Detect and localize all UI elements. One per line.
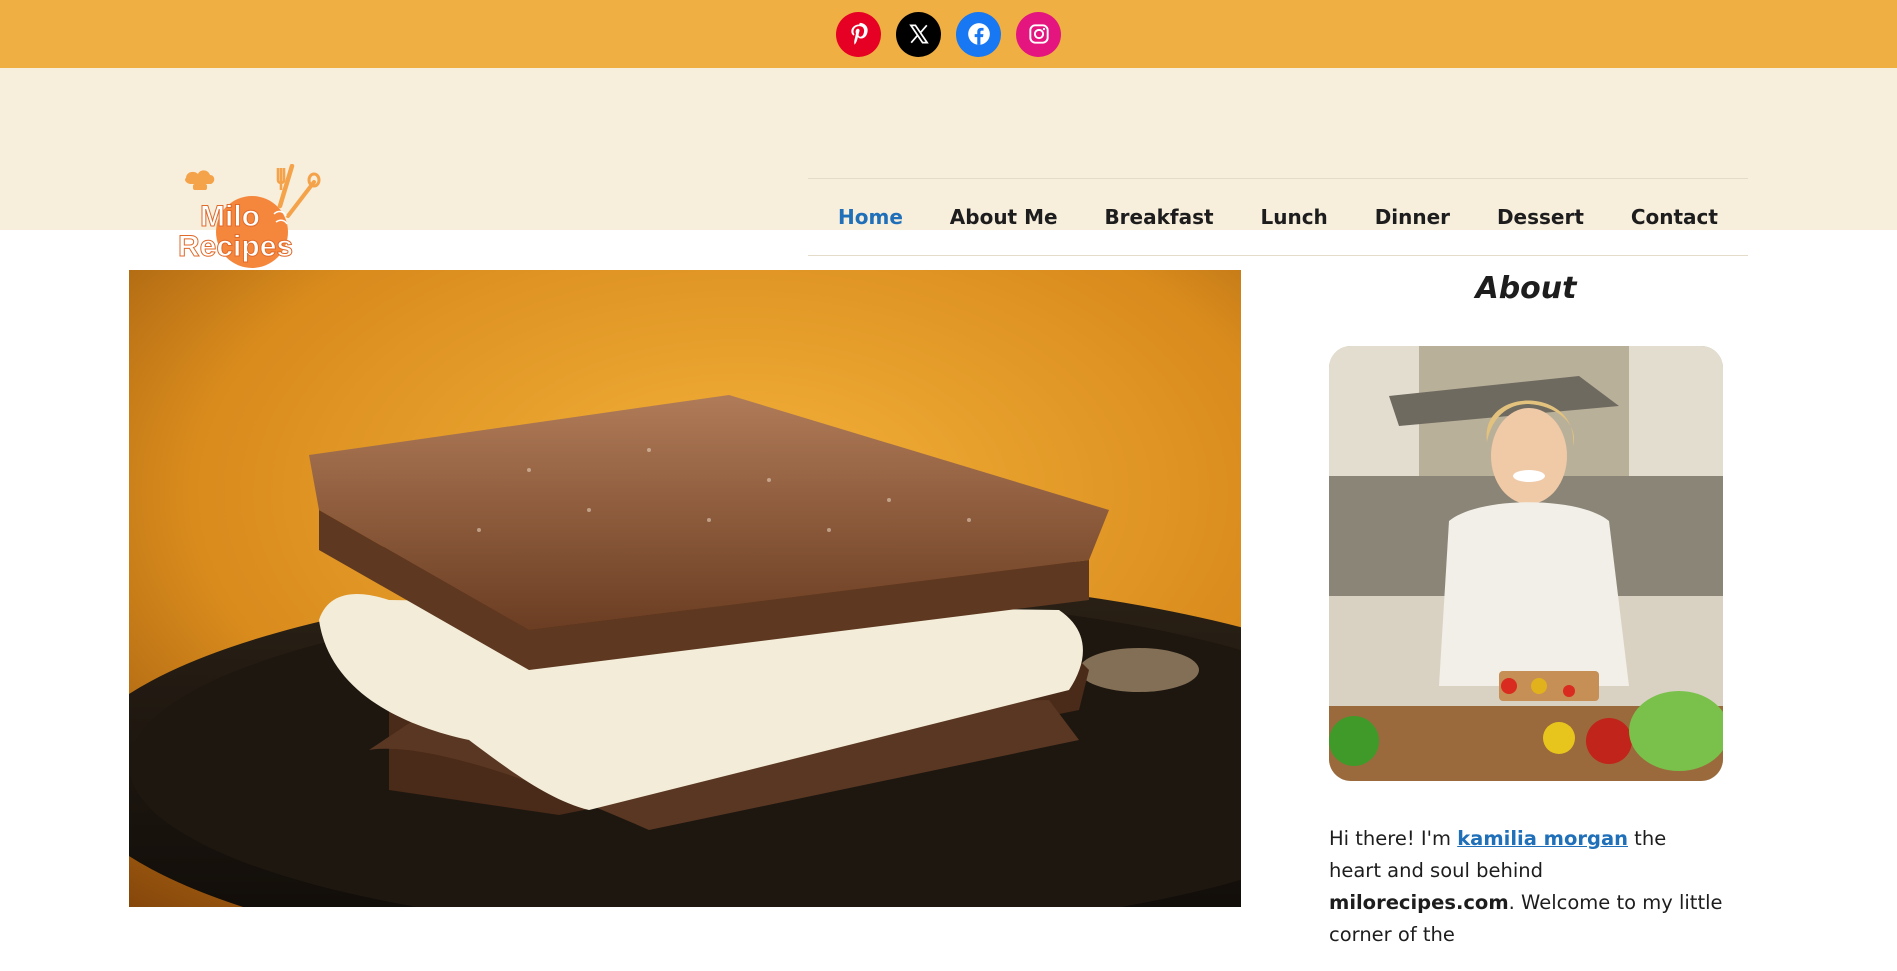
about-intro: Hi there! I'm kamilia morgan the heart a… — [1329, 827, 1723, 946]
author-portrait — [1329, 346, 1723, 781]
facebook-icon — [967, 23, 990, 45]
nav-item-about-me[interactable]: About Me — [950, 205, 1058, 229]
x-link[interactable] — [896, 11, 941, 57]
author-link[interactable]: kamilia morgan — [1457, 827, 1628, 850]
featured-dessert-image[interactable] — [129, 270, 1241, 907]
instagram-link[interactable] — [1016, 11, 1061, 57]
pinterest-link[interactable] — [836, 11, 881, 57]
site-header: Milo Recipes Home About Me Breakfast Lun… — [0, 68, 1897, 268]
site-name: milorecipes.com — [1329, 891, 1509, 914]
nav-item-dinner[interactable]: Dinner — [1375, 205, 1450, 229]
pinterest-icon — [850, 22, 868, 45]
social-bar — [0, 0, 1897, 68]
site-logo[interactable]: Milo Recipes — [178, 163, 324, 276]
logo-text-line1: Milo — [200, 200, 260, 233]
nav-item-home[interactable]: Home — [838, 205, 903, 229]
instagram-icon — [1028, 24, 1049, 44]
about-sidebar: About Hi there! I'm kamilia morgan the h… — [1329, 268, 1723, 971]
nav-item-breakfast[interactable]: Breakfast — [1104, 205, 1213, 229]
logo-text-line2: Recipes — [178, 230, 293, 263]
logo-graphic: Milo Recipes — [178, 163, 321, 268]
main-nav: Home About Me Breakfast Lunch Dinner Des… — [808, 178, 1748, 256]
x-icon — [908, 24, 929, 44]
facebook-link[interactable] — [956, 11, 1001, 57]
nav-item-lunch[interactable]: Lunch — [1260, 205, 1327, 229]
nav-item-contact[interactable]: Contact — [1631, 205, 1718, 229]
nav-item-dessert[interactable]: Dessert — [1497, 205, 1584, 229]
about-heading: About — [1475, 271, 1577, 306]
